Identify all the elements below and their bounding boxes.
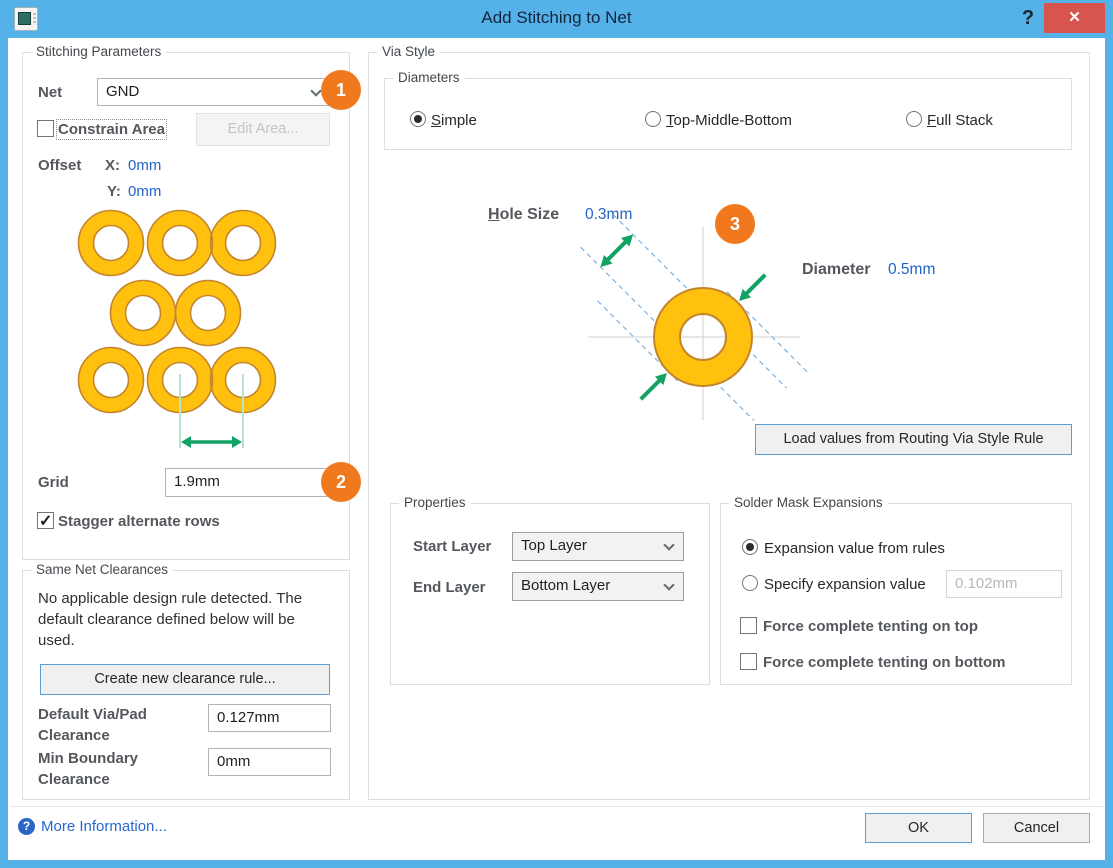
tenting-bottom-checkbox[interactable] (740, 653, 757, 670)
group-caption: Diameters (393, 70, 465, 85)
radio-specify-expansion[interactable] (742, 575, 758, 591)
group-caption: Solder Mask Expansions (729, 495, 888, 510)
chevron-down-icon (663, 579, 674, 590)
more-information-link[interactable]: More Information... (41, 818, 167, 835)
diameter-value[interactable]: 0.5mm (888, 261, 935, 279)
constrain-area-label[interactable]: Constrain Area (58, 121, 165, 138)
default-clearance-input[interactable]: 0.127mm (208, 704, 331, 732)
tenting-bottom-label: Force complete tenting on bottom (763, 654, 1006, 671)
dialog-title: Add Stitching to Net (0, 8, 1113, 28)
hole-size-arrow (596, 230, 637, 271)
radio-full-stack[interactable] (906, 111, 922, 127)
callout-badge-2: 2 (321, 462, 361, 502)
diameter-label: Diameter (802, 261, 870, 279)
radio-simple[interactable] (410, 111, 426, 127)
clearance-message: No applicable design rule detected. The … (38, 588, 332, 651)
net-select[interactable]: GND (97, 78, 331, 106)
start-layer-select[interactable]: Top Layer (512, 532, 684, 561)
help-circle-icon[interactable]: ? (18, 818, 35, 835)
close-icon[interactable]: ✕ (1044, 3, 1105, 33)
footer-divider (10, 806, 1103, 807)
offset-label: Offset (38, 157, 81, 174)
edit-area-button[interactable]: Edit Area... (196, 113, 330, 146)
offset-x-value: 0mm (128, 157, 161, 174)
group-caption: Same Net Clearances (31, 562, 173, 577)
radio-simple-label[interactable]: Simple (431, 112, 477, 129)
offset-x-label: X: (105, 157, 120, 174)
end-layer-select[interactable]: Bottom Layer (512, 572, 684, 601)
group-caption: Via Style (377, 44, 440, 59)
end-layer-label: End Layer (413, 579, 486, 596)
via-diagram (560, 215, 810, 425)
create-clearance-rule-button[interactable]: Create new clearance rule... (40, 664, 330, 695)
net-value: GND (106, 83, 139, 100)
radio-top-middle-bottom[interactable] (645, 111, 661, 127)
group-caption: Stitching Parameters (31, 44, 166, 59)
specify-expansion-label[interactable]: Specify expansion value (764, 576, 926, 593)
end-layer-value: Bottom Layer (521, 577, 610, 594)
stagger-label: Stagger alternate rows (58, 513, 220, 530)
net-label: Net (38, 84, 62, 101)
radio-expansion-from-rules[interactable] (742, 539, 758, 555)
default-clearance-label: Default Via/Pad Clearance (38, 704, 203, 746)
tenting-top-label: Force complete tenting on top (763, 618, 978, 635)
titlebar: Add Stitching to Net ? ✕ (0, 0, 1113, 38)
radio-top-middle-bottom-label[interactable]: Top-Middle-Bottom (666, 112, 792, 129)
constrain-area-checkbox[interactable] (37, 120, 54, 137)
help-icon[interactable]: ? (1014, 4, 1042, 32)
start-layer-value: Top Layer (521, 537, 587, 554)
min-boundary-label: Min Boundary Clearance (38, 748, 203, 790)
grid-input[interactable]: 1.9mm (165, 468, 331, 497)
offset-y-label: Y: (107, 183, 121, 200)
start-layer-label: Start Layer (413, 538, 491, 555)
specify-expansion-input[interactable]: 0.102mm (946, 570, 1062, 598)
radio-full-stack-label[interactable]: Full Stack (927, 112, 993, 129)
tenting-top-checkbox[interactable] (740, 617, 757, 634)
grid-label: Grid (38, 474, 69, 491)
stagger-checkbox[interactable] (37, 512, 54, 529)
offset-y-value: 0mm (128, 183, 161, 200)
ok-button[interactable]: OK (865, 813, 972, 843)
dialog-window: Add Stitching to Net ? ✕ Stitching Param… (0, 0, 1113, 868)
cancel-button[interactable]: Cancel (983, 813, 1090, 843)
grid-spacing-arrow (181, 436, 242, 448)
min-boundary-input[interactable]: 0mm (208, 748, 331, 776)
chevron-down-icon (663, 539, 674, 550)
group-caption: Properties (399, 495, 471, 510)
stitching-pattern-preview (70, 206, 285, 456)
hole-size-label: Hole Size (488, 206, 559, 224)
callout-badge-1: 1 (321, 70, 361, 110)
chevron-down-icon (310, 85, 321, 96)
expansion-from-rules-label[interactable]: Expansion value from rules (764, 540, 945, 557)
load-via-style-button[interactable]: Load values from Routing Via Style Rule (755, 424, 1072, 455)
